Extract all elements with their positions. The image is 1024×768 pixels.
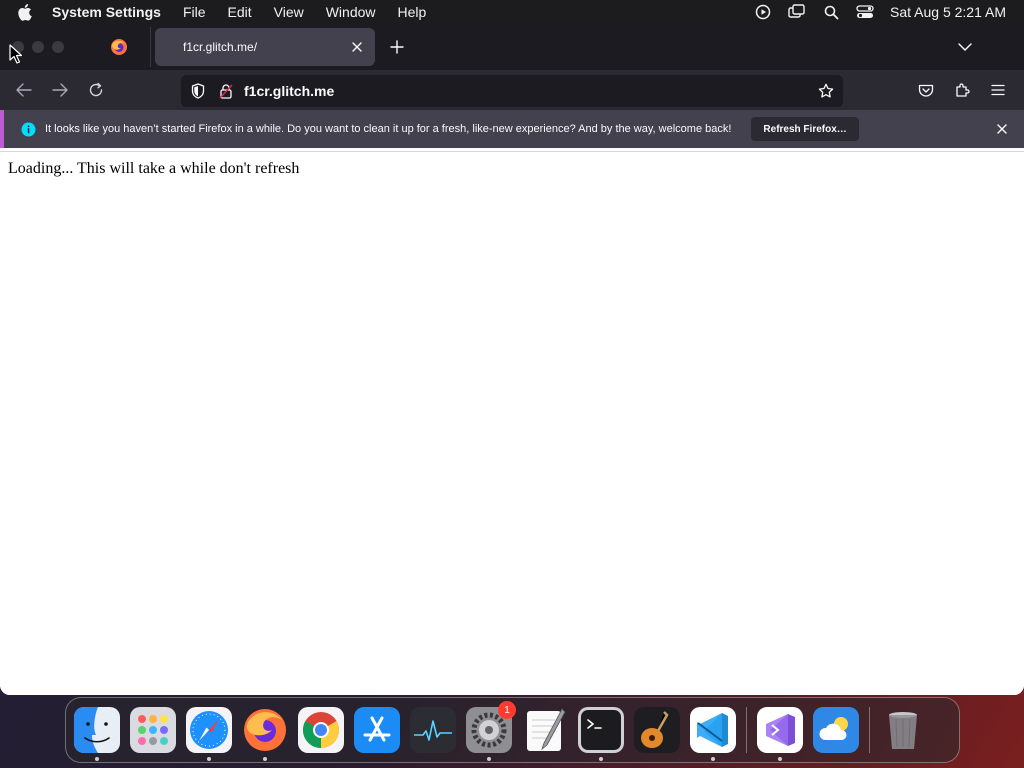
dock-weather[interactable] <box>813 707 859 753</box>
toolbar-right-group <box>904 76 1012 104</box>
url-text[interactable]: f1cr.glitch.me <box>244 83 815 99</box>
refresh-firefox-notification: It looks like you haven’t started Firefo… <box>0 110 1024 148</box>
safari-icon <box>186 707 232 753</box>
tab-pinned-firefox[interactable] <box>102 30 136 64</box>
arrow-left-icon <box>16 83 32 97</box>
tab-close-icon[interactable] <box>347 37 367 57</box>
dock-system-settings[interactable]: 1 <box>466 701 516 761</box>
close-notification-icon[interactable] <box>994 121 1010 137</box>
screen-mirroring-icon[interactable] <box>788 3 806 21</box>
firefox-tab-icon <box>111 39 127 55</box>
weather-icon <box>813 707 859 753</box>
plus-icon <box>390 40 404 54</box>
extensions-button[interactable] <box>948 76 976 104</box>
menubar-clock[interactable]: Sat Aug 5 2:21 AM <box>890 4 1006 20</box>
chrome-icon <box>298 707 344 753</box>
refresh-firefox-button[interactable]: Refresh Firefox… <box>751 117 859 141</box>
new-tab-button[interactable] <box>383 33 411 61</box>
finder-icon <box>74 707 120 753</box>
tab-separator <box>150 27 151 67</box>
dock-garageband[interactable] <box>634 707 680 753</box>
dock-visual-studio[interactable] <box>757 707 803 761</box>
back-button[interactable] <box>10 76 38 104</box>
puzzle-piece-icon <box>956 83 970 97</box>
site-lock-icon[interactable] <box>216 81 236 101</box>
running-indicator <box>487 757 491 761</box>
dock-trash[interactable] <box>880 707 926 753</box>
dock-activity-monitor[interactable] <box>410 707 456 753</box>
notification-badge: 1 <box>498 701 516 719</box>
dock-firefox[interactable] <box>242 707 288 761</box>
dock-finder[interactable] <box>74 707 120 761</box>
page-content: Loading... This will take a while don't … <box>0 151 1024 695</box>
dock-safari[interactable] <box>186 707 232 761</box>
running-indicator <box>263 757 267 761</box>
chevron-down-icon <box>958 43 972 51</box>
firefox-icon <box>244 709 286 751</box>
dock-vscode[interactable] <box>690 707 736 761</box>
tab-strip: f1cr.glitch.me/ <box>0 24 1024 70</box>
loading-text: Loading... This will take a while don't … <box>8 160 300 177</box>
vscode-icon <box>690 707 736 753</box>
dock-separator <box>746 707 747 753</box>
menu-file[interactable]: File <box>183 4 206 20</box>
menu-bar: System Settings File Edit View Window He… <box>0 0 1024 24</box>
menu-app-name[interactable]: System Settings <box>52 4 161 20</box>
pocket-icon <box>918 84 934 97</box>
reload-icon <box>89 82 103 97</box>
app-store-icon <box>354 707 400 753</box>
tab-active[interactable]: f1cr.glitch.me/ <box>155 28 375 66</box>
running-indicator <box>778 757 782 761</box>
garageband-icon <box>634 707 680 753</box>
reload-button[interactable] <box>82 76 110 104</box>
visual-studio-icon <box>757 707 803 753</box>
terminal-icon <box>578 707 624 753</box>
info-icon <box>20 121 36 137</box>
forward-button[interactable] <box>46 76 74 104</box>
running-indicator <box>711 757 715 761</box>
zoom-window-button[interactable] <box>52 41 64 53</box>
minimize-window-button[interactable] <box>32 41 44 53</box>
running-indicator <box>95 757 99 761</box>
menu-help[interactable]: Help <box>398 4 427 20</box>
play-circle-icon[interactable] <box>754 3 772 21</box>
menu-window[interactable]: Window <box>326 4 376 20</box>
navigation-toolbar: f1cr.glitch.me <box>0 70 1024 110</box>
url-bar[interactable]: f1cr.glitch.me <box>181 75 843 107</box>
menu-view[interactable]: View <box>274 4 304 20</box>
apple-menu-icon[interactable] <box>18 0 38 24</box>
running-indicator <box>599 757 603 761</box>
running-indicator <box>207 757 211 761</box>
launchpad-icon <box>130 707 176 753</box>
dock-chrome[interactable] <box>298 707 344 753</box>
dock-separator <box>869 707 870 753</box>
dock: 1 <box>65 697 960 763</box>
app-menu-button[interactable] <box>984 76 1012 104</box>
spotlight-search-icon[interactable] <box>822 3 840 21</box>
tracking-protection-shield-icon[interactable] <box>188 81 208 101</box>
arrow-right-icon <box>52 83 68 97</box>
control-center-icon[interactable] <box>856 3 874 21</box>
notification-message: It looks like you haven’t started Firefo… <box>45 123 732 135</box>
trash-icon <box>889 712 917 749</box>
textedit-icon <box>527 708 566 751</box>
dock-terminal[interactable] <box>578 707 624 761</box>
activity-monitor-icon <box>410 707 456 753</box>
dock-app-store[interactable] <box>354 707 400 753</box>
pocket-button[interactable] <box>912 76 940 104</box>
dock-textedit[interactable] <box>522 707 568 753</box>
mouse-cursor-icon <box>9 44 23 64</box>
tab-title: f1cr.glitch.me/ <box>183 40 258 54</box>
hamburger-menu-icon <box>991 84 1005 96</box>
bookmark-star-icon[interactable] <box>815 80 837 102</box>
dock-launchpad[interactable] <box>130 707 176 753</box>
firefox-window: f1cr.glitch.me/ f1cr.glitch.me It looks … <box>0 24 1024 695</box>
list-all-tabs-button[interactable] <box>954 36 976 58</box>
menu-edit[interactable]: Edit <box>228 4 252 20</box>
